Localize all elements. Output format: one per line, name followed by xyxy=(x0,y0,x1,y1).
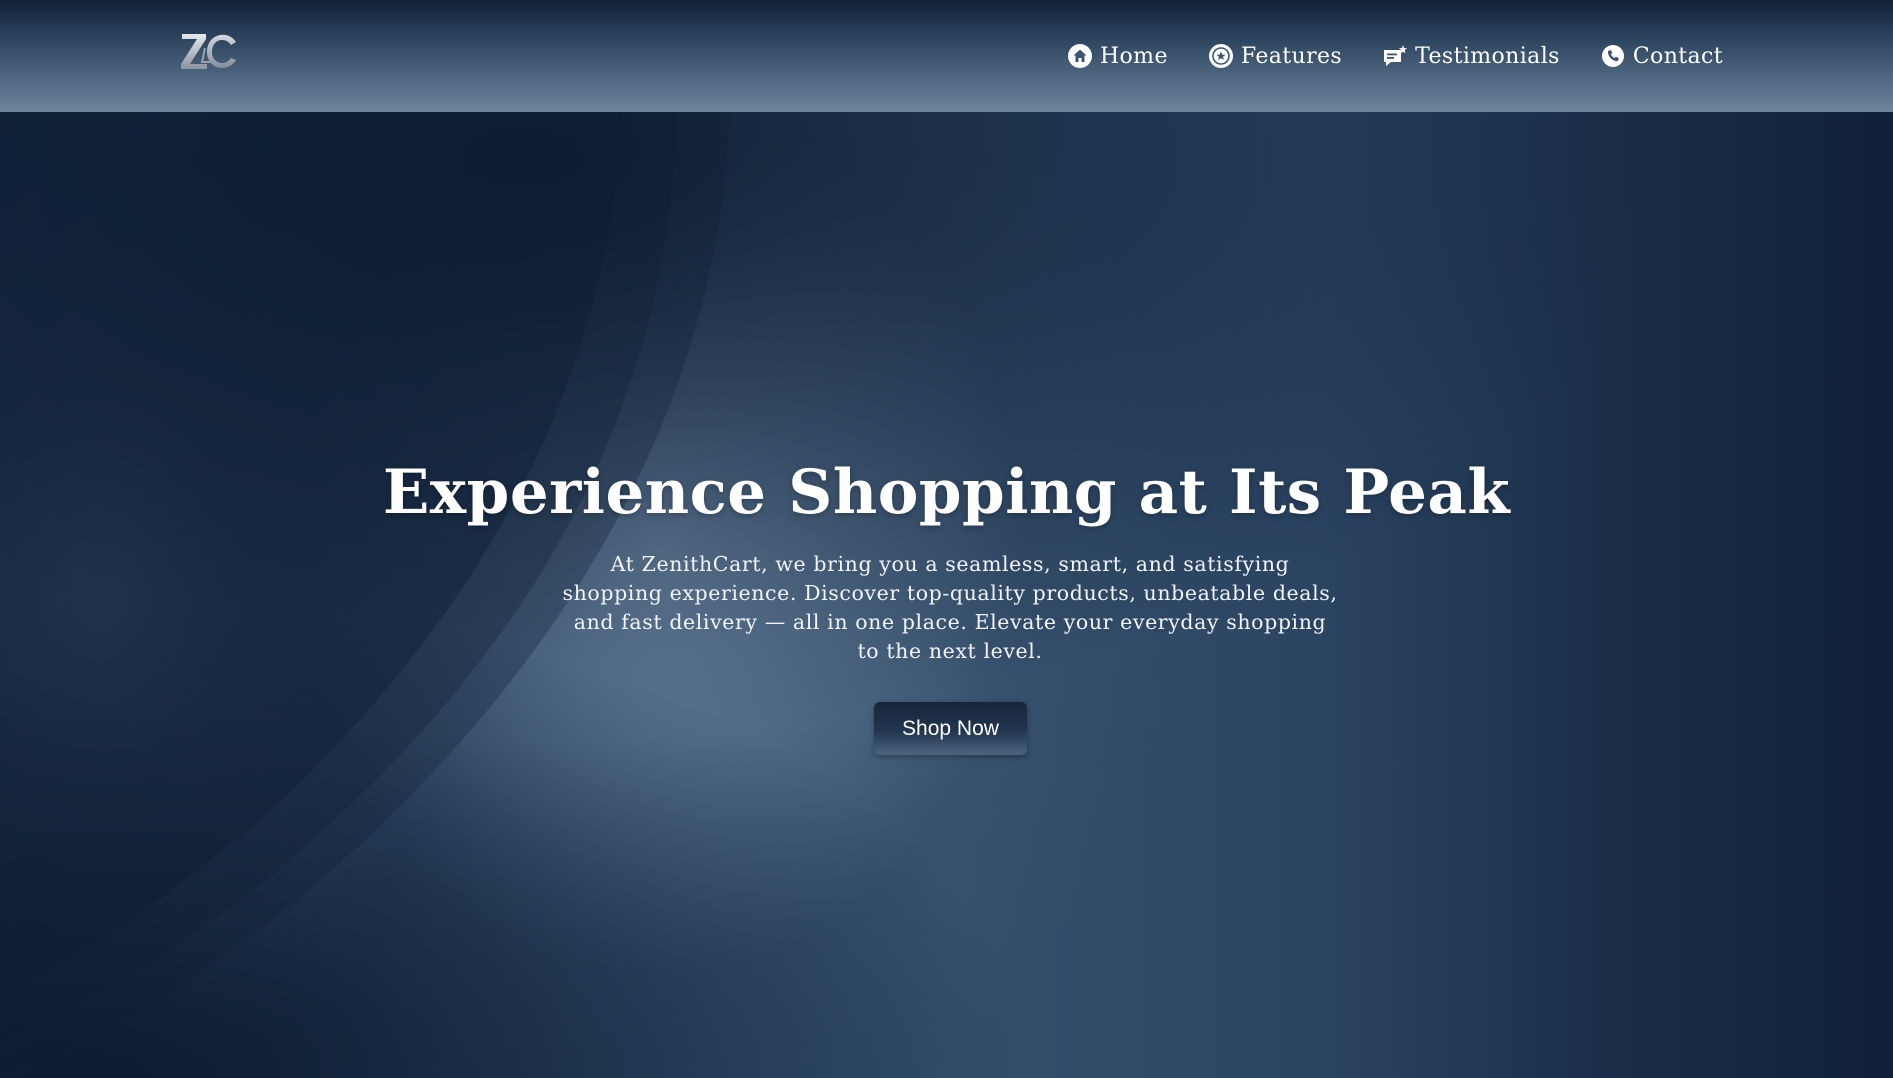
phone-icon xyxy=(1600,43,1626,69)
site-header: ZC Home Features Testimonials xyxy=(0,0,1893,112)
testimonials-icon xyxy=(1382,43,1408,69)
nav-home[interactable]: Home xyxy=(1067,43,1168,69)
nav-contact-label: Contact xyxy=(1632,43,1723,69)
nav-features-label: Features xyxy=(1240,43,1343,69)
landing-page: ZC Home Features Testimonials xyxy=(0,0,1893,1078)
hero-description: At ZenithCart, we bring you a seamless, … xyxy=(562,552,1338,663)
nav-testimonials-label: Testimonials xyxy=(1415,43,1560,69)
nav-features[interactable]: Features xyxy=(1208,43,1342,69)
main-nav: Home Features Testimonials Contact xyxy=(1067,0,1723,112)
hero-section: Experience Shopping at Its Peak At Zenit… xyxy=(0,112,1893,1078)
nav-contact[interactable]: Contact xyxy=(1600,43,1723,69)
shop-now-button[interactable]: Shop Now xyxy=(874,702,1027,755)
home-icon xyxy=(1067,43,1093,69)
nav-home-label: Home xyxy=(1099,43,1168,69)
hero-content: Experience Shopping at Its Peak At Zenit… xyxy=(0,112,1893,1078)
features-icon xyxy=(1208,43,1234,69)
hero-title: Experience Shopping at Its Peak xyxy=(382,457,1511,528)
zenithcart-logo[interactable]: ZC xyxy=(180,30,240,74)
nav-testimonials[interactable]: Testimonials xyxy=(1382,43,1560,69)
